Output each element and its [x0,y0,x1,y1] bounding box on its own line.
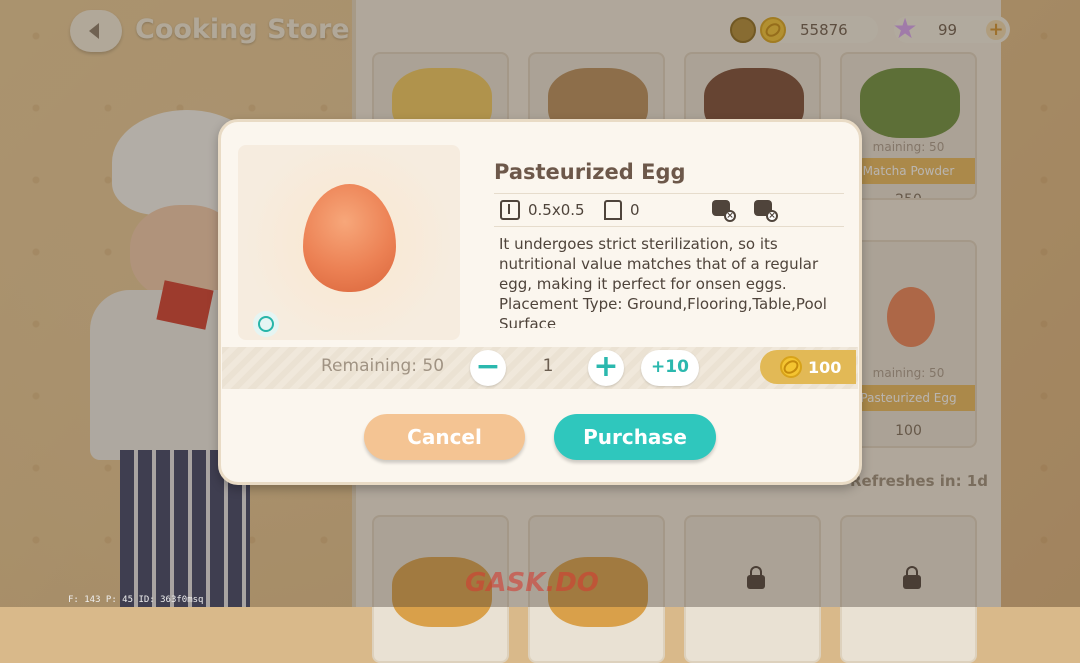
item-title: Pasteurized Egg [494,160,686,184]
total-price: 100 [760,350,856,384]
size-stat: 0.5x0.5 [500,200,585,220]
divider [494,193,844,194]
view-3d-icon[interactable] [253,311,279,337]
divider [494,226,844,227]
plus-ten-button[interactable]: +10 [641,350,699,386]
price-value: 100 [808,357,842,377]
purchase-button[interactable]: Purchase [554,414,716,460]
capacity-icon [604,200,622,220]
icon-x: × [766,210,778,222]
size-value: 0.5x0.5 [528,201,585,219]
capacity-stat: 0 [604,200,640,220]
coin-icon [780,356,802,378]
size-icon [500,200,520,220]
watermark: GASK.DO [465,568,599,598]
icon-x: × [724,210,736,222]
increase-button[interactable]: + [588,350,624,386]
cancel-button[interactable]: Cancel [364,414,525,460]
decrease-button[interactable]: − [470,350,506,386]
quantity-value[interactable]: 1 [520,356,576,376]
remaining-count: Remaining: 50 [321,356,445,376]
capacity-value: 0 [630,201,640,219]
no-rotate-icon: × [754,198,778,222]
item-description: It undergoes strict sterilization, so it… [499,235,827,328]
debug-info: F: 143 P: 45 ID: 363f0msq [68,595,204,605]
no-stack-icon: × [712,198,736,222]
